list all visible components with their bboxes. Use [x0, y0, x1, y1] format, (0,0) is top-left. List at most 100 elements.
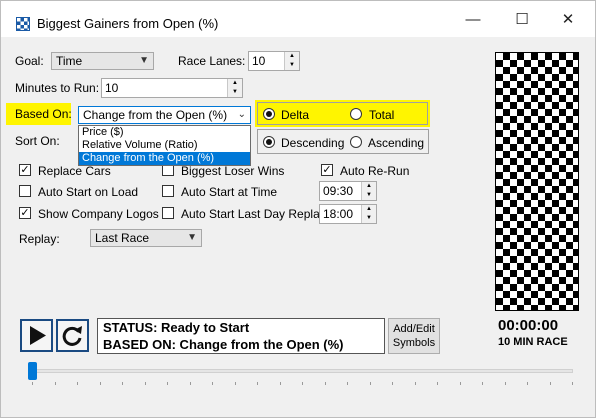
- auto-start-last-label: Auto Start Last Day Replay: [181, 207, 326, 221]
- auto-start-time-value: 09:30: [323, 184, 354, 198]
- replace-cars-label: Replace Cars: [38, 164, 111, 178]
- based-on-status-line: BASED ON: Change from the Open (%): [103, 337, 344, 352]
- slider-tick: [99, 382, 101, 385]
- slider-tick: [167, 382, 168, 385]
- slider-tick: [54, 382, 56, 385]
- total-radio[interactable]: [350, 108, 362, 120]
- window-title: Biggest Gainers from Open (%): [37, 16, 219, 31]
- race-length-label: 10 MIN RACE: [498, 336, 568, 348]
- spin-up-icon[interactable]: ▲: [361, 182, 376, 191]
- timer-display: 00:00:00: [498, 317, 559, 334]
- chevron-down-icon: ⌄: [237, 109, 246, 120]
- auto-start-time-spinner[interactable]: 09:30 ▲ ▼: [319, 181, 377, 201]
- title-bar: Biggest Gainers from Open (%) — ☐ ✕: [1, 1, 595, 37]
- descending-radio[interactable]: [263, 136, 275, 148]
- replay-label: Replay:: [19, 232, 60, 246]
- auto-start-last-spinner[interactable]: 18:00 ▲ ▼: [319, 204, 377, 224]
- app-window: Biggest Gainers from Open (%) — ☐ ✕ Goal…: [0, 0, 596, 418]
- slider-tick: [347, 382, 348, 385]
- replay-slider-thumb[interactable]: [28, 362, 37, 380]
- race-lanes-label: Race Lanes:: [178, 54, 246, 68]
- chevron-down-icon: ▼: [139, 55, 149, 66]
- race-lanes-spinner[interactable]: 10 ▲ ▼: [248, 51, 300, 71]
- dropdown-option-price[interactable]: Price ($): [79, 126, 250, 139]
- show-logos-checkbox[interactable]: ✓: [19, 207, 31, 219]
- status-box: STATUS: Ready to Start BASED ON: Change …: [97, 318, 385, 354]
- spin-down-icon[interactable]: ▼: [227, 88, 242, 97]
- auto-start-last-checkbox[interactable]: [162, 207, 174, 219]
- based-on-combo[interactable]: Change from the Open (%) ⌄: [78, 106, 251, 124]
- based-on-label: Based On:: [15, 107, 72, 121]
- reset-button[interactable]: [56, 319, 89, 352]
- replay-slider-track[interactable]: [29, 369, 573, 373]
- spin-up-icon[interactable]: ▲: [361, 205, 376, 214]
- slider-tick: [572, 382, 573, 385]
- minutes-spinner[interactable]: 10 ▲ ▼: [101, 78, 243, 98]
- add-edit-label-line2: Symbols: [392, 337, 436, 349]
- total-label: Total: [369, 108, 395, 122]
- goal-value: Time: [56, 54, 83, 68]
- play-button[interactable]: [20, 319, 53, 352]
- replay-value: Last Race: [95, 231, 150, 245]
- slider-tick: [527, 382, 528, 385]
- delta-label: Delta: [281, 108, 310, 122]
- checkered-flag-icon: [16, 17, 30, 31]
- slider-tick: [257, 382, 258, 385]
- slider-tick: [504, 382, 506, 385]
- slider-tick: [549, 382, 551, 385]
- sort-on-label: Sort On:: [15, 134, 60, 148]
- auto-start-last-value: 18:00: [323, 207, 354, 221]
- slider-tick: [302, 382, 303, 385]
- spin-down-icon[interactable]: ▼: [361, 191, 376, 200]
- refresh-icon: [62, 326, 82, 346]
- slider-tick: [459, 382, 461, 385]
- slider-tick: [324, 382, 326, 385]
- close-button[interactable]: ✕: [553, 9, 583, 31]
- dropdown-option-change-from-open[interactable]: Change from the Open (%): [79, 152, 250, 165]
- spin-up-icon[interactable]: ▲: [227, 79, 242, 88]
- chevron-down-icon: ▼: [187, 232, 197, 243]
- ascending-radio[interactable]: [350, 136, 362, 148]
- slider-tick: [369, 382, 371, 385]
- slider-tick: [212, 382, 213, 385]
- slider-tick: [234, 382, 236, 385]
- replace-cars-checkbox[interactable]: ✓: [19, 164, 31, 176]
- replay-combo[interactable]: Last Race ▼: [90, 229, 202, 247]
- maximize-button[interactable]: ☐: [507, 9, 537, 31]
- delta-radio[interactable]: [263, 108, 275, 120]
- dropdown-option-relative-volume[interactable]: Relative Volume (Ratio): [79, 139, 250, 152]
- status-line: STATUS: Ready to Start: [103, 320, 250, 335]
- auto-rerun-label: Auto Re-Run: [340, 164, 410, 178]
- slider-tick: [189, 382, 191, 385]
- biggest-loser-label: Biggest Loser Wins: [181, 164, 285, 178]
- minimize-button[interactable]: —: [458, 9, 488, 31]
- spin-down-icon[interactable]: ▼: [361, 214, 376, 223]
- play-icon: [30, 326, 46, 345]
- auto-start-time-label: Auto Start at Time: [181, 185, 278, 199]
- slider-tick: [144, 382, 146, 385]
- add-edit-label-line1: Add/Edit: [393, 323, 435, 335]
- race-lanes-value: 10: [252, 54, 266, 68]
- descending-label: Descending: [281, 136, 345, 150]
- show-logos-label: Show Company Logos: [38, 207, 159, 221]
- slider-tick: [32, 382, 33, 385]
- based-on-value: Change from the Open (%): [83, 108, 228, 122]
- slider-tick: [482, 382, 483, 385]
- spin-down-icon[interactable]: ▼: [284, 61, 299, 70]
- slider-tick: [437, 382, 438, 385]
- ascending-label: Ascending: [368, 136, 425, 150]
- slider-tick: [414, 382, 416, 385]
- minutes-label: Minutes to Run:: [15, 81, 100, 95]
- goal-combo[interactable]: Time ▼: [51, 52, 154, 70]
- slider-tick: [279, 382, 281, 385]
- add-edit-symbols-button[interactable]: Add/Edit Symbols: [388, 318, 440, 354]
- spin-up-icon[interactable]: ▲: [284, 52, 299, 61]
- based-on-dropdown: Price ($) Relative Volume (Ratio) Change…: [78, 125, 251, 166]
- auto-start-load-checkbox[interactable]: [19, 185, 31, 197]
- auto-rerun-checkbox[interactable]: ✓: [321, 164, 333, 176]
- minutes-value: 10: [105, 81, 119, 95]
- slider-tick: [77, 382, 78, 385]
- slider-tick: [122, 382, 123, 385]
- auto-start-time-checkbox[interactable]: [162, 185, 174, 197]
- checkered-flag-image: [495, 52, 579, 311]
